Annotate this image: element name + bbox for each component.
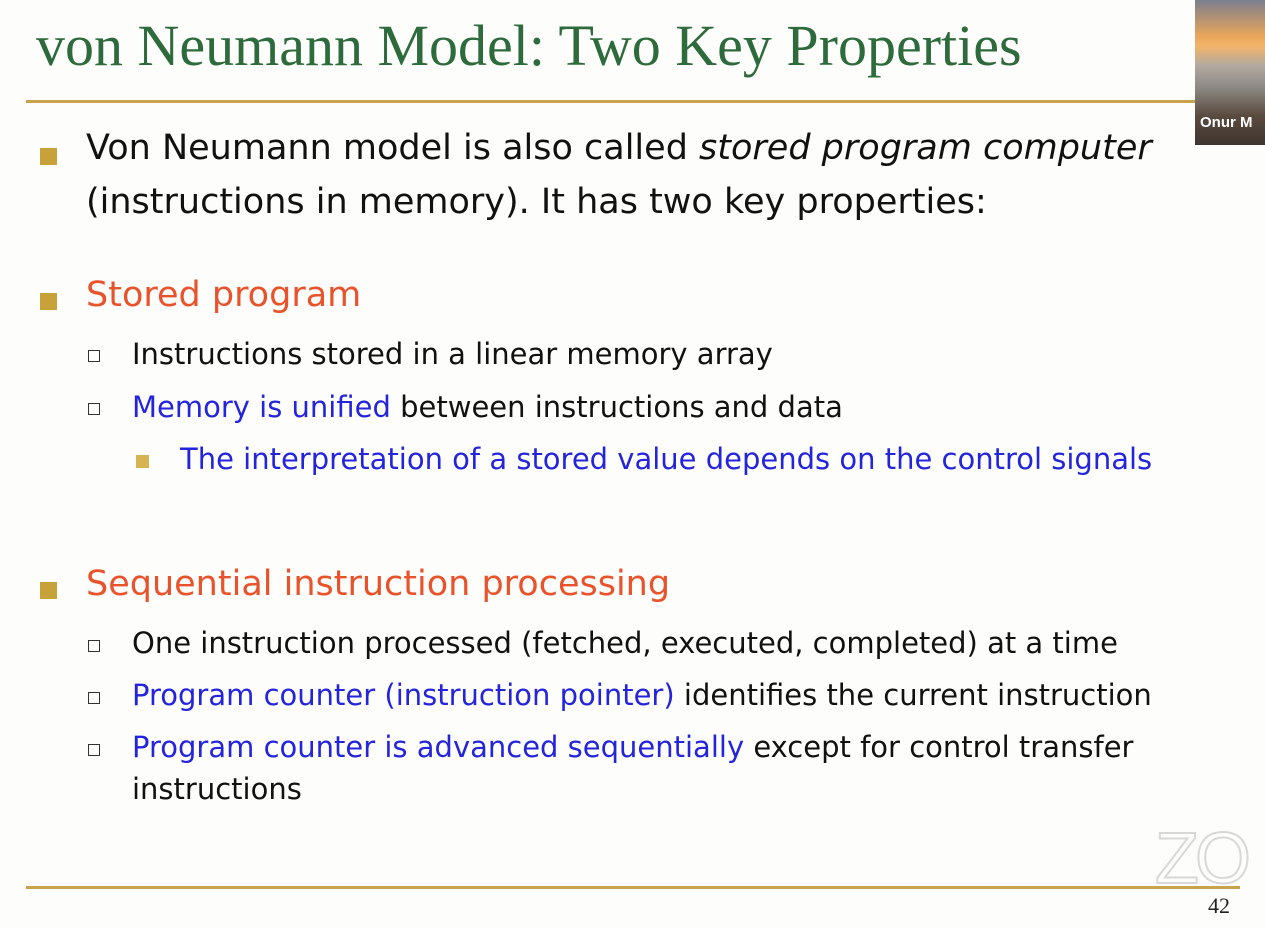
item-text: except for control transfer bbox=[744, 730, 1134, 764]
bullet-square-icon bbox=[40, 148, 57, 165]
footer-divider bbox=[26, 886, 1240, 889]
item-text: identifies the current instruction bbox=[674, 678, 1152, 712]
page-number: 42 bbox=[1208, 893, 1230, 918]
bullet-hollow-square-icon bbox=[88, 350, 100, 362]
list-item: Memory is unified between instructions a… bbox=[132, 390, 843, 424]
intro-line-2: (instructions in memory). It has two key… bbox=[86, 182, 987, 222]
list-item-continuation: instructions bbox=[132, 772, 302, 806]
intro-italic-term: stored program computer bbox=[699, 128, 1152, 168]
list-item: Program counter is advanced sequentially… bbox=[132, 730, 1133, 764]
section-heading-stored-program: Stored program bbox=[86, 275, 362, 315]
section-heading-sequential: Sequential instruction processing bbox=[86, 564, 671, 604]
slide-title: von Neumann Model: Two Key Properties bbox=[36, 13, 1022, 78]
bullet-hollow-square-icon bbox=[88, 640, 100, 652]
list-item: One instruction processed (fetched, exec… bbox=[132, 626, 1118, 660]
bullet-hollow-square-icon bbox=[88, 744, 100, 756]
intro-line-1: Von Neumann model is also called stored … bbox=[86, 128, 1152, 168]
bullet-hollow-square-icon bbox=[88, 403, 100, 415]
intro-text: Von Neumann model is also called bbox=[86, 128, 700, 168]
list-item: Instructions stored in a linear memory a… bbox=[132, 337, 773, 371]
bullet-square-icon bbox=[40, 582, 57, 599]
highlight-text: Program counter (instruction pointer) bbox=[132, 678, 675, 712]
bullet-hollow-square-icon bbox=[88, 692, 100, 704]
highlight-text: Memory is unified bbox=[132, 390, 391, 424]
highlight-text: Program counter is advanced sequentially bbox=[132, 730, 745, 764]
sub-list-item: The interpretation of a stored value dep… bbox=[180, 442, 1153, 476]
bullet-square-icon bbox=[136, 455, 149, 468]
title-divider bbox=[26, 100, 1240, 103]
item-text: between instructions and data bbox=[390, 390, 843, 424]
list-item: Program counter (instruction pointer) id… bbox=[132, 678, 1152, 712]
bullet-square-icon bbox=[40, 293, 57, 310]
participant-name: Onur M bbox=[1200, 114, 1253, 131]
webcam-thumbnail[interactable]: Onur M bbox=[1195, 0, 1265, 145]
